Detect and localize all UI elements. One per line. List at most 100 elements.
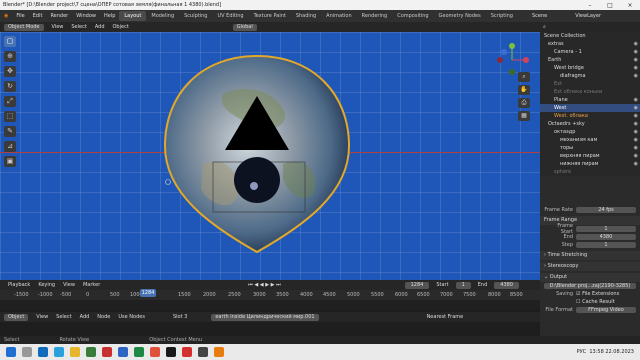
scene-selector[interactable]: Scene xyxy=(528,13,551,19)
list-item[interactable]: Octaedrs +sky ◉ xyxy=(540,120,640,128)
ne-menu-add[interactable]: Add xyxy=(76,314,94,320)
current-frame-field[interactable]: 1284 xyxy=(404,281,430,289)
close-icon[interactable]: × xyxy=(620,2,640,9)
cursor-tool-icon[interactable]: ⊕ xyxy=(4,51,16,62)
blender-logo-icon[interactable]: ◉ xyxy=(0,13,12,19)
minimize-icon[interactable]: – xyxy=(580,2,600,9)
tab-rendering[interactable]: Rendering xyxy=(357,11,393,21)
list-item[interactable]: Scene Collection xyxy=(540,32,640,40)
tab-shading[interactable]: Shading xyxy=(291,11,321,21)
list-item[interactable]: Camera - 1 ◉ xyxy=(540,48,640,56)
material-name-field[interactable]: earth inside Цилиндрический мир.001 xyxy=(211,313,319,321)
app-icon[interactable] xyxy=(86,347,96,357)
view-layer-selector[interactable]: ViewLayer xyxy=(571,13,605,19)
measure-tool-icon[interactable]: ⊿ xyxy=(4,141,16,152)
list-item[interactable]: diafragma ◉ xyxy=(540,72,640,80)
use-nodes-checkbox[interactable]: Use Nodes xyxy=(114,314,149,320)
menu-window[interactable]: Window xyxy=(72,13,100,19)
app-icon[interactable] xyxy=(166,347,176,357)
chrome-icon[interactable] xyxy=(150,347,160,357)
end-field[interactable]: 4380 xyxy=(576,234,636,240)
file-format-dropdown[interactable]: FFmpeg Video xyxy=(576,307,636,313)
rotate-tool-icon[interactable]: ↻ xyxy=(4,81,16,92)
system-clock[interactable]: РУС 13:58 22.08.2023 xyxy=(577,349,640,355)
browser-icon[interactable] xyxy=(38,347,48,357)
tab-texture-paint[interactable]: Texture Paint xyxy=(249,11,291,21)
transform-tool-icon[interactable]: ⬚ xyxy=(4,111,16,122)
start-frame-field[interactable]: 1 xyxy=(455,281,471,289)
search-icon[interactable] xyxy=(22,347,32,357)
viewport-menu-add[interactable]: Add xyxy=(91,24,109,30)
time-stretching-section[interactable]: › Time Stretching xyxy=(540,251,640,260)
viewport-menu-select[interactable]: Select xyxy=(67,24,90,30)
output-section[interactable]: ⌄ Output xyxy=(540,273,640,282)
app-icon[interactable] xyxy=(182,347,192,357)
end-frame-field[interactable]: 4380 xyxy=(494,281,519,289)
menu-edit[interactable]: Edit xyxy=(29,13,47,19)
earth-object[interactable] xyxy=(163,54,351,254)
tab-geometry-nodes[interactable]: Geometry Nodes xyxy=(434,11,486,21)
select-box-tool-icon[interactable]: ▢ xyxy=(4,36,16,47)
ne-menu-node[interactable]: Node xyxy=(93,314,114,320)
viewport-menu-view[interactable]: View xyxy=(48,24,68,30)
list-item[interactable]: Ext облака коньки xyxy=(540,88,640,96)
app-icon[interactable] xyxy=(134,347,144,357)
editor-object-dropdown[interactable]: Object xyxy=(4,313,29,321)
timeline-view-menu[interactable]: View xyxy=(59,282,79,288)
move-tool-icon[interactable]: ✥ xyxy=(4,66,16,77)
tab-scripting[interactable]: Scripting xyxy=(486,11,518,21)
scale-tool-icon[interactable]: ⤢ xyxy=(4,96,16,107)
menu-render[interactable]: Render xyxy=(46,13,72,19)
file-explorer-icon[interactable] xyxy=(70,347,80,357)
zoom-icon[interactable]: ⌕ xyxy=(518,72,530,82)
word-icon[interactable] xyxy=(118,347,128,357)
perspective-grid-icon[interactable]: ▦ xyxy=(518,111,530,121)
ne-menu-select[interactable]: Select xyxy=(52,314,75,320)
app-icon[interactable] xyxy=(102,347,112,357)
frame-start-field[interactable]: 1 xyxy=(576,226,636,232)
outliner-search-icon[interactable]: ⌕ xyxy=(543,24,546,30)
list-item[interactable]: extras ◉ xyxy=(540,40,640,48)
blender-taskbar-icon[interactable] xyxy=(214,347,224,357)
add-cube-tool-icon[interactable]: ▣ xyxy=(4,156,16,167)
viewport-menu-object[interactable]: Object xyxy=(109,24,133,30)
timeline-ruler[interactable]: -1500 -1000 -500 0 500 1000 1500 2000 25… xyxy=(0,290,540,300)
output-path-field[interactable]: D:\Blender proj...zaj(2190-3285) xyxy=(544,283,636,289)
tab-layout[interactable]: Layout xyxy=(119,11,147,21)
tab-sculpting[interactable]: Sculpting xyxy=(179,11,212,21)
playback-controls[interactable]: ⏮ ◀ ◀ ▶ ▶ ⏭ xyxy=(244,282,284,288)
slot-dropdown[interactable]: Slot 3 xyxy=(169,314,191,320)
marker-menu[interactable]: Marker xyxy=(79,282,104,288)
list-item[interactable]: sphere xyxy=(540,168,640,176)
list-item[interactable]: нижняя пирам ◉ xyxy=(540,160,640,168)
list-item[interactable]: механизм кам ◉ xyxy=(540,136,640,144)
file-extensions-checkbox[interactable]: ☑ File Extensions xyxy=(576,291,619,297)
pan-hand-icon[interactable]: ✋ xyxy=(518,85,530,95)
node-editor-canvas[interactable] xyxy=(0,322,540,336)
maximize-icon[interactable]: □ xyxy=(600,2,620,9)
list-item[interactable]: Plane ◉ xyxy=(540,96,640,104)
list-item-selected[interactable]: West ◉ xyxy=(540,104,640,112)
list-item[interactable]: верхняя пирам ◉ xyxy=(540,152,640,160)
annotate-tool-icon[interactable]: ✎ xyxy=(4,126,16,137)
timeline-track-area[interactable] xyxy=(0,300,540,310)
cache-result-checkbox[interactable]: ☐ Cache Result xyxy=(576,299,615,305)
app-icon[interactable] xyxy=(198,347,208,357)
telegram-icon[interactable] xyxy=(54,347,64,357)
tab-modeling[interactable]: Modeling xyxy=(146,11,179,21)
transform-orientation-dropdown[interactable]: Global xyxy=(232,23,257,31)
3d-viewport[interactable]: ▢ ⊕ ✥ ↻ ⤢ ⬚ ✎ ⊿ ▣ ⌕ ✋ ⎙ ▦ xyxy=(0,32,540,280)
list-item[interactable]: Earth ◉ xyxy=(540,56,640,64)
menu-file[interactable]: File xyxy=(12,13,28,19)
list-item[interactable]: West bridge ◉ xyxy=(540,64,640,72)
step-field[interactable]: 1 xyxy=(576,242,636,248)
playhead-frame-indicator[interactable]: 1284 xyxy=(140,289,156,297)
list-item[interactable]: октаэдр ◉ xyxy=(540,128,640,136)
start-menu-icon[interactable] xyxy=(6,347,16,357)
tab-compositing[interactable]: Compositing xyxy=(392,11,433,21)
object-mode-dropdown[interactable]: Object Mode xyxy=(4,23,44,31)
tab-animation[interactable]: Animation xyxy=(321,11,357,21)
menu-help[interactable]: Help xyxy=(100,13,119,19)
frame-rate-dropdown[interactable]: 24 fps xyxy=(576,207,636,213)
camera-view-icon[interactable]: ⎙ xyxy=(518,98,530,108)
